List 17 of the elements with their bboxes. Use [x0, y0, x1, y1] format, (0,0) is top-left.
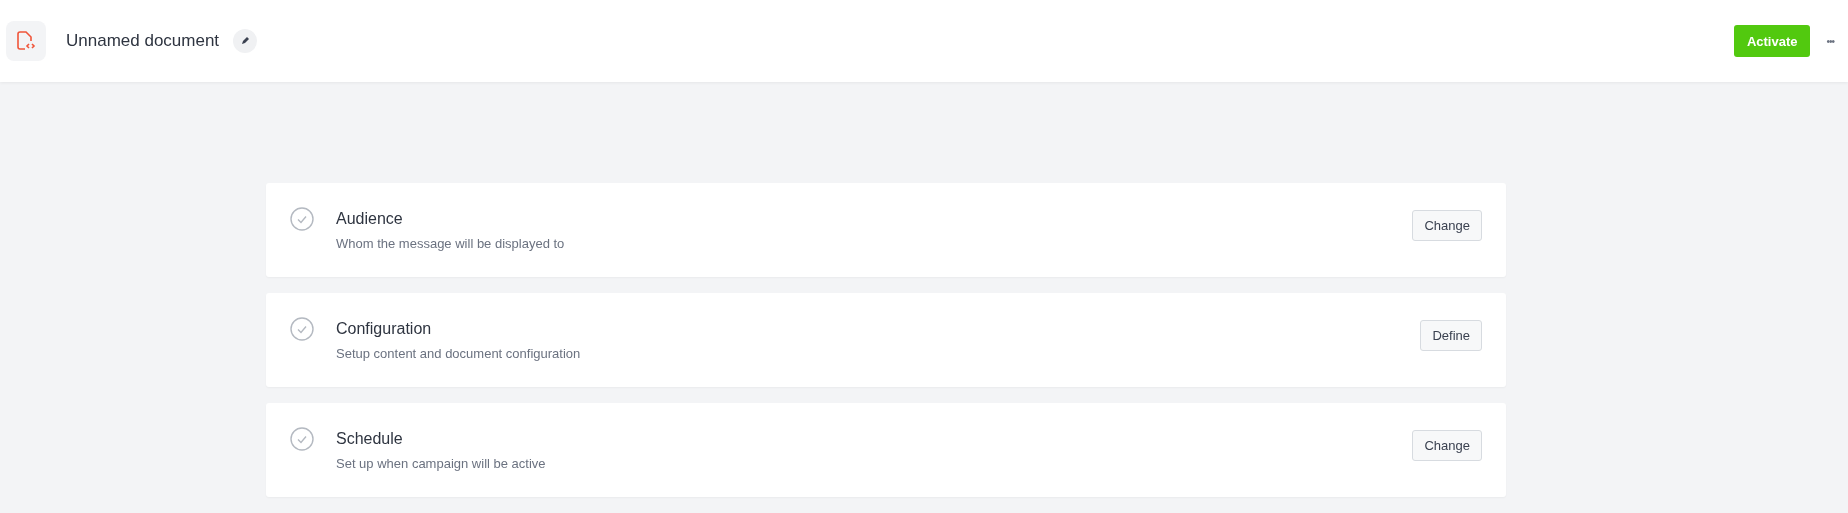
step-title: Configuration: [336, 319, 433, 338]
check-circle-icon: [290, 317, 314, 341]
pencil-icon: [240, 36, 251, 46]
step-action-button[interactable]: Change: [1412, 429, 1482, 461]
step-title: Audience: [336, 209, 404, 228]
check-circle-icon: [290, 207, 314, 231]
step-description: Set up when campaign will be active: [336, 455, 547, 471]
step-action-button[interactable]: Change: [1412, 209, 1482, 241]
step-description: Setup content and document configuration: [336, 345, 582, 361]
step-description: Whom the message will be displayed to: [336, 235, 566, 251]
check-circle-icon: [290, 427, 314, 451]
document-title: Unnamed document: [66, 31, 220, 51]
step-title: Schedule: [336, 429, 404, 448]
edit-button[interactable]: [233, 29, 258, 53]
document-icon: [16, 30, 36, 52]
more-button[interactable]: •••: [1822, 35, 1838, 47]
step-action-button[interactable]: Define: [1420, 319, 1482, 351]
